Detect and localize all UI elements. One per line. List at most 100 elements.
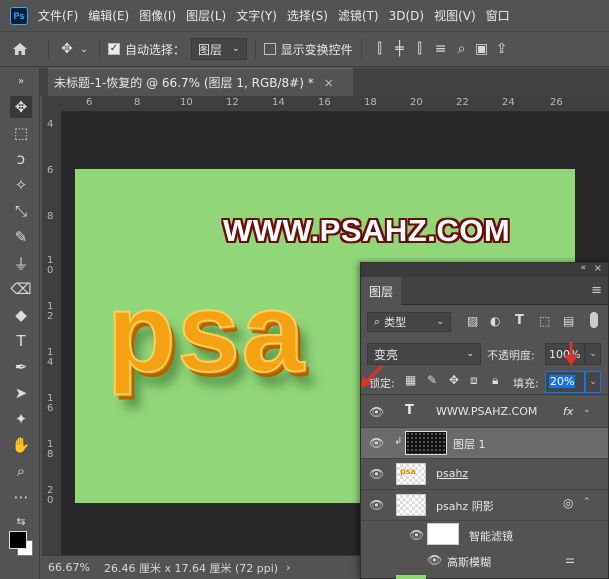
lock-artboard-icon[interactable]: ⧈ bbox=[470, 373, 478, 388]
menu-image[interactable]: 图像(I) bbox=[139, 7, 176, 24]
filter-kind-dropdown[interactable]: ⌕ 类型 ⌄ bbox=[367, 312, 451, 332]
visibility-eye-icon[interactable]: 👁︎ bbox=[369, 405, 385, 419]
status-arrow-icon[interactable]: › bbox=[286, 561, 290, 574]
layer-row[interactable]: 👁︎ 高斯模糊 ⚌ bbox=[361, 549, 608, 573]
annotation-arrow-blend bbox=[361, 364, 384, 387]
menu-type[interactable]: 文字(Y) bbox=[236, 7, 277, 24]
move-tool-icon[interactable]: ✥ bbox=[57, 41, 77, 57]
menu-edit[interactable]: 编辑(E) bbox=[88, 7, 129, 24]
zoom-level[interactable]: 66.67% bbox=[48, 561, 100, 574]
document-tab-bar: 未标题-1-恢复的 @ 66.7% (图层 1, RGB/8#) * × bbox=[40, 68, 609, 96]
smart-filter-icon[interactable]: ◎ bbox=[563, 496, 573, 510]
layer-row[interactable]: 👁︎ psahz 阴影 ◎ ⌃ bbox=[361, 490, 608, 521]
lock-transparent-icon[interactable]: ▦ bbox=[405, 373, 416, 387]
layers-panel: « × 图层 ≡ ⌕ 类型 ⌄ ▨ ◐ T ⬚ ▤ 变亮 ⌄ 不透明度: 100… bbox=[360, 262, 609, 579]
layer-name: 高斯模糊 bbox=[447, 556, 491, 569]
visibility-eye-icon[interactable]: 👁︎ bbox=[427, 553, 443, 567]
show-transform-checkbox[interactable] bbox=[263, 43, 276, 55]
menu-view[interactable]: 视图(V) bbox=[434, 7, 476, 24]
home-icon[interactable] bbox=[0, 42, 40, 56]
collapse-icon[interactable]: » bbox=[10, 70, 32, 92]
expand-filters-icon[interactable]: ⌃ bbox=[583, 497, 591, 507]
menu-filter[interactable]: 滤镜(T) bbox=[338, 7, 379, 24]
brush-tool-icon[interactable]: ✎ bbox=[10, 226, 32, 248]
expand-effects-icon[interactable]: ⌄ bbox=[583, 405, 591, 415]
hand-tool-icon[interactable]: ✋ bbox=[10, 434, 32, 456]
fx-icon[interactable]: fx bbox=[563, 405, 573, 418]
eraser-tool-icon[interactable]: ⌫ bbox=[10, 278, 32, 300]
document-tab[interactable]: 未标题-1-恢复的 @ 66.7% (图层 1, RGB/8#) * × bbox=[48, 68, 353, 96]
zoom-tool-icon[interactable]: ⌕ bbox=[10, 460, 32, 482]
paint-bucket-tool-icon[interactable]: ◆ bbox=[10, 304, 32, 326]
align-right-icon[interactable]: ⫿ bbox=[410, 41, 430, 57]
panel-menu-icon[interactable]: ≡ bbox=[591, 283, 602, 298]
filter-pixel-icon[interactable]: ▨ bbox=[467, 314, 478, 328]
workspace-icon[interactable]: ▣ bbox=[472, 41, 492, 57]
marquee-tool-icon[interactable]: ⬚ bbox=[10, 122, 32, 144]
filter-toggle-icon[interactable] bbox=[590, 312, 598, 328]
ruler-tick-label: 1 6 bbox=[47, 393, 54, 414]
ruler-tick-label: 16 bbox=[318, 97, 331, 108]
menu-file[interactable]: 文件(F) bbox=[38, 7, 78, 24]
fill-field[interactable]: 20% bbox=[545, 371, 585, 393]
lock-position-icon[interactable]: ✥ bbox=[449, 373, 459, 387]
swap-colors-icon[interactable]: ⇆ bbox=[10, 510, 32, 532]
annotation-arrow-fill bbox=[564, 342, 578, 366]
fill-value: 20% bbox=[549, 375, 576, 388]
ruler-tick-label: 12 bbox=[226, 97, 239, 108]
layer-row-selected[interactable]: 👁︎ ↲ 图层 1 bbox=[361, 428, 608, 459]
filter-options-icon[interactable]: ⚌ bbox=[565, 553, 575, 566]
layer-row[interactable]: 👁︎ psa psahz bbox=[361, 459, 608, 490]
more-tools-icon[interactable]: ⋯ bbox=[10, 486, 32, 508]
menu-3d[interactable]: 3D(D) bbox=[389, 9, 424, 23]
layer-row[interactable]: 👁︎ T WWW.PSAHZ.COM fx ⌄ bbox=[361, 397, 608, 428]
close-panel-icon[interactable]: × bbox=[594, 263, 602, 274]
close-icon[interactable]: × bbox=[324, 76, 334, 90]
photoshop-logo-icon: Ps bbox=[10, 6, 28, 25]
layer-name: 智能滤镜 bbox=[469, 530, 513, 543]
shape-tool-icon[interactable]: ✦ bbox=[10, 408, 32, 430]
ruler-tick-label: 1 4 bbox=[47, 347, 54, 368]
collapse-panel-icon[interactable]: « bbox=[580, 263, 586, 273]
ruler-tick-label: 4 bbox=[47, 119, 54, 130]
auto-select-checkbox[interactable]: ✓ bbox=[108, 43, 120, 55]
align-center-icon[interactable]: ╪ bbox=[390, 41, 410, 57]
menu-select[interactable]: 选择(S) bbox=[287, 7, 328, 24]
move-tool-icon[interactable]: ✥ bbox=[10, 96, 32, 118]
divider bbox=[360, 38, 362, 60]
layer-row[interactable]: 👁︎ 智能滤镜 bbox=[361, 521, 608, 549]
lock-paint-icon[interactable]: ✎ bbox=[427, 373, 437, 387]
filter-type-icon[interactable]: T bbox=[515, 313, 524, 328]
opacity-dropdown-button[interactable]: ⌄ bbox=[585, 343, 601, 365]
menu-layer[interactable]: 图层(L) bbox=[186, 7, 226, 24]
visibility-eye-icon[interactable]: 👁︎ bbox=[369, 436, 385, 450]
ruler-tick-label: 1 0 bbox=[47, 255, 54, 276]
distribute-icon[interactable]: ≡ bbox=[430, 41, 452, 57]
tab-layers[interactable]: 图层 bbox=[361, 277, 401, 305]
type-tool-icon[interactable]: T bbox=[10, 330, 32, 352]
visibility-eye-icon[interactable]: 👁︎ bbox=[409, 528, 425, 542]
path-select-tool-icon[interactable]: ➤ bbox=[10, 382, 32, 404]
auto-select-dropdown[interactable]: 图层 ⌄ bbox=[191, 38, 247, 60]
magic-wand-tool-icon[interactable]: ✧ bbox=[10, 174, 32, 196]
menu-window[interactable]: 窗口 bbox=[486, 7, 510, 24]
align-left-icon[interactable]: ⫿ bbox=[370, 41, 390, 57]
chevron-down-icon[interactable]: ⌄ bbox=[77, 44, 91, 55]
eyedropper-tool-icon[interactable]: ⤡ bbox=[10, 200, 32, 222]
stamp-tool-icon[interactable]: ⏚ bbox=[10, 252, 32, 274]
filter-smart-object-icon[interactable]: ▤ bbox=[563, 314, 574, 328]
ruler-tick-label: 2 0 bbox=[47, 485, 54, 506]
lasso-tool-icon[interactable]: ↄ bbox=[10, 148, 32, 170]
visibility-eye-icon[interactable]: 👁︎ bbox=[369, 467, 385, 481]
ruler-tick-label: 8 bbox=[134, 97, 141, 108]
pen-tool-icon[interactable]: ✒ bbox=[10, 356, 32, 378]
lock-all-icon[interactable]: 🔒︎ bbox=[492, 373, 498, 388]
filter-adjustment-icon[interactable]: ◐ bbox=[490, 314, 500, 328]
search-icon[interactable]: ⌕ bbox=[452, 41, 472, 57]
visibility-eye-icon[interactable]: 👁︎ bbox=[369, 498, 385, 512]
layer-thumbnail-partial bbox=[396, 575, 426, 579]
effect-text: psa bbox=[106, 270, 306, 395]
share-icon[interactable]: ⇪ bbox=[492, 41, 512, 57]
filter-shape-icon[interactable]: ⬚ bbox=[539, 314, 550, 328]
fill-dropdown-button[interactable]: ⌄ bbox=[585, 371, 601, 393]
